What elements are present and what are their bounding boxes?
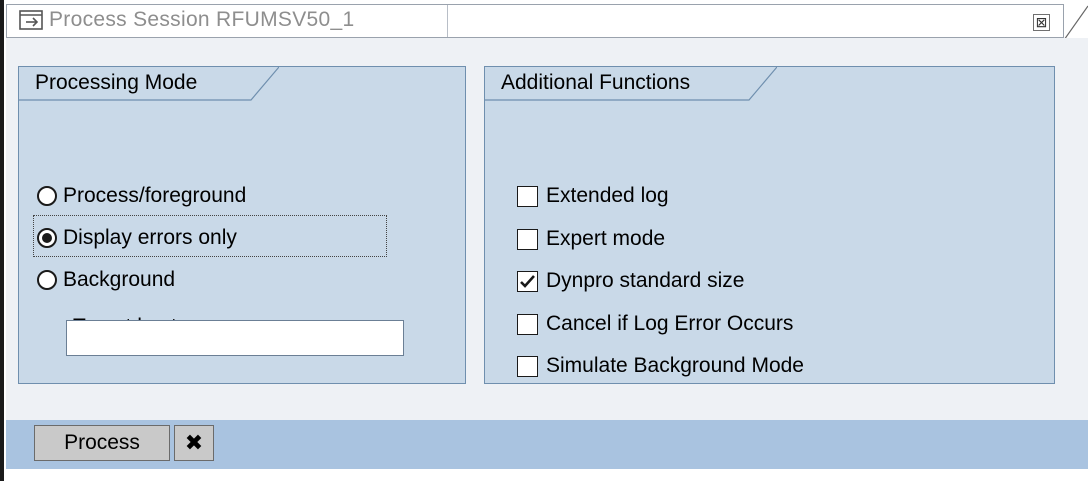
- processing-mode-title: Processing Mode: [35, 71, 198, 94]
- radio-display-errors-only[interactable]: Display errors only: [37, 223, 237, 253]
- additional-functions-title: Additional Functions: [501, 71, 691, 94]
- radio-process-foreground[interactable]: Process/foreground: [37, 181, 246, 211]
- cancel-icon[interactable]: ✖: [174, 425, 214, 461]
- window-bottom-edge: [6, 469, 1088, 481]
- target-host-input[interactable]: [66, 320, 404, 356]
- checkbox-expert-mode[interactable]: Expert mode: [517, 224, 665, 254]
- checkbox-box-checked[interactable]: [517, 270, 538, 292]
- additional-functions-group: Additional Functions Extended log Expert…: [484, 66, 1055, 384]
- process-button[interactable]: Process: [34, 425, 170, 461]
- checkmark-icon: [520, 274, 535, 288]
- checkbox-label: Simulate Background Mode: [546, 354, 804, 377]
- checkbox-cancel-if-log-error[interactable]: Cancel if Log Error Occurs: [517, 309, 793, 339]
- radio-label: Process/foreground: [63, 184, 247, 207]
- checkbox-label: Expert mode: [546, 227, 666, 250]
- radio-button[interactable]: [37, 186, 57, 206]
- close-icon[interactable]: ⊠: [1033, 14, 1050, 31]
- checkbox-label: Dynpro standard size: [546, 269, 745, 292]
- dialog-body: Processing Mode Process/foreground Displ…: [6, 38, 1088, 420]
- radio-background[interactable]: Background: [37, 265, 175, 295]
- window-left-edge: [0, 0, 4, 481]
- radio-label: Display errors only: [63, 226, 237, 249]
- checkbox-box[interactable]: [517, 185, 538, 207]
- checkbox-dynpro-standard-size[interactable]: Dynpro standard size: [517, 266, 744, 296]
- radio-button-selected[interactable]: [37, 228, 57, 248]
- checkbox-label: Cancel if Log Error Occurs: [546, 312, 794, 335]
- title-bar: Process Session RFUMSV50_1 ⊠: [6, 4, 1064, 38]
- resize-corner: [1064, 5, 1088, 40]
- checkbox-box[interactable]: [517, 355, 538, 377]
- checkbox-box[interactable]: [517, 313, 538, 335]
- window-title: Process Session RFUMSV50_1: [49, 8, 355, 31]
- checkbox-simulate-background-mode[interactable]: Simulate Background Mode: [517, 351, 804, 381]
- dialog-footer-toolbar: Process ✖: [6, 420, 1088, 469]
- radio-button[interactable]: [37, 270, 57, 290]
- radio-label: Background: [63, 268, 176, 291]
- checkbox-label: Extended log: [546, 184, 669, 207]
- window-menu-icon[interactable]: [19, 10, 45, 32]
- title-separator: [447, 5, 448, 37]
- checkbox-extended-log[interactable]: Extended log: [517, 181, 669, 211]
- checkbox-box[interactable]: [517, 228, 538, 250]
